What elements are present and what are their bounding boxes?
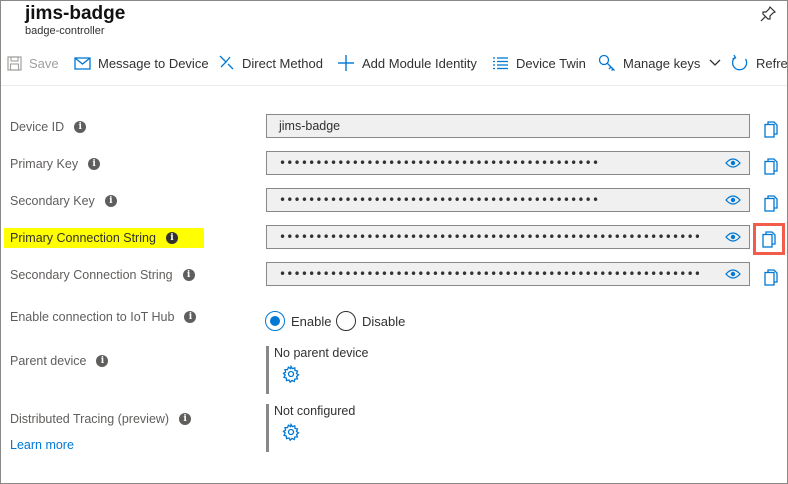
copy-icon	[764, 194, 778, 212]
primary-connection-string-value: ••••••••••••••••••••••••••••••••••••••••…	[279, 230, 699, 244]
info-icon[interactable]: i	[96, 355, 109, 367]
copy-icon	[764, 157, 778, 175]
manage-keys-button[interactable]: Manage keys	[598, 49, 721, 77]
envelope-icon	[74, 56, 91, 70]
toolbar-divider	[1, 85, 787, 86]
list-icon	[493, 57, 508, 70]
direct-method-button[interactable]: Direct Method	[217, 49, 323, 77]
distributed-tracing-block: Not configured	[266, 404, 466, 452]
direct-method-icon	[219, 55, 234, 70]
direct-method-label: Direct Method	[242, 55, 323, 71]
save-icon	[7, 55, 22, 71]
radio-unselected-icon	[336, 311, 356, 331]
primary-connection-string-field[interactable]: ••••••••••••••••••••••••••••••••••••••••…	[266, 225, 750, 249]
command-bar: Save Message to Device Direct Method Add…	[1, 49, 788, 77]
primary-key-field[interactable]: ••••••••••••••••••••••••••••••••••••••••…	[266, 151, 750, 175]
message-to-device-button[interactable]: Message to Device	[74, 49, 209, 77]
device-id-label: Device ID i	[10, 120, 87, 134]
device-id-value: jims-badge	[279, 119, 341, 133]
radio-selected-icon	[265, 311, 285, 331]
device-twin-button[interactable]: Device Twin	[492, 49, 586, 77]
secondary-key-value: ••••••••••••••••••••••••••••••••••••••••…	[279, 193, 600, 207]
device-id-field[interactable]: jims-badge	[266, 114, 750, 138]
info-icon[interactable]: i	[104, 195, 117, 207]
manage-keys-label: Manage keys	[623, 55, 701, 71]
copy-primary-key-button[interactable]	[761, 156, 781, 176]
gear-icon[interactable]	[282, 364, 300, 384]
enable-radio-label: Enable	[291, 313, 332, 329]
add-module-identity-label: Add Module Identity	[362, 55, 477, 71]
eye-icon[interactable]	[725, 231, 741, 243]
pin-icon[interactable]	[759, 5, 777, 23]
refresh-icon	[731, 54, 748, 71]
add-module-identity-button[interactable]: Add Module Identity	[337, 49, 477, 77]
secondary-connection-string-label: Secondary Connection String i	[10, 268, 195, 282]
parent-device-label: Parent device i	[10, 354, 109, 368]
enable-connection-label: Enable connection to IoT Hub i	[10, 310, 197, 324]
copy-icon	[764, 268, 778, 286]
save-button[interactable]: Save	[7, 49, 59, 77]
secondary-key-label: Secondary Key i	[10, 194, 117, 208]
save-label: Save	[29, 55, 59, 71]
copy-device-id-button[interactable]	[761, 119, 781, 139]
secondary-connection-string-value: ••••••••••••••••••••••••••••••••••••••••…	[279, 267, 699, 281]
info-icon[interactable]: i	[184, 311, 197, 323]
info-icon[interactable]: i	[74, 121, 87, 133]
disable-radio-label: Disable	[362, 313, 406, 329]
page-title: jims-badge	[25, 3, 126, 24]
key-icon	[598, 54, 615, 71]
info-icon[interactable]: i	[182, 269, 195, 281]
secondary-key-field[interactable]: ••••••••••••••••••••••••••••••••••••••••…	[266, 188, 750, 212]
refresh-label: Refresh	[756, 55, 788, 71]
parent-device-block: No parent device	[266, 346, 466, 394]
copy-icon	[764, 120, 778, 138]
secondary-connection-string-field[interactable]: ••••••••••••••••••••••••••••••••••••••••…	[266, 262, 750, 286]
disable-radio[interactable]: Disable	[336, 311, 405, 331]
copy-primary-connection-string-button[interactable]	[753, 223, 785, 255]
eye-icon[interactable]	[725, 194, 741, 206]
info-icon[interactable]: i	[88, 158, 101, 170]
distributed-tracing-value: Not configured	[274, 404, 356, 418]
learn-more-link[interactable]: Learn more	[10, 438, 74, 452]
gear-icon[interactable]	[282, 422, 300, 442]
message-to-device-label: Message to Device	[98, 55, 209, 71]
copy-icon	[762, 230, 776, 248]
copy-secondary-connection-string-button[interactable]	[761, 267, 781, 287]
device-details-panel: jims-badge badge-controller Save Message…	[0, 0, 788, 484]
primary-key-label: Primary Key i	[10, 157, 101, 171]
primary-connection-string-label: Primary Connection String i	[4, 228, 204, 248]
distributed-tracing-label: Distributed Tracing (preview) i	[10, 412, 192, 426]
info-icon[interactable]: i	[179, 413, 192, 425]
device-twin-label: Device Twin	[516, 55, 586, 71]
copy-secondary-key-button[interactable]	[761, 193, 781, 213]
eye-icon[interactable]	[725, 268, 741, 280]
chevron-down-icon	[709, 59, 721, 66]
plus-icon	[338, 55, 354, 71]
parent-device-value: No parent device	[274, 346, 369, 360]
page-subtitle: badge-controller	[25, 25, 105, 37]
eye-icon[interactable]	[725, 157, 741, 169]
refresh-button[interactable]: Refresh	[731, 49, 788, 77]
info-icon[interactable]: i	[165, 232, 178, 244]
primary-key-value: ••••••••••••••••••••••••••••••••••••••••…	[279, 156, 600, 170]
enable-radio[interactable]: Enable	[265, 311, 331, 331]
